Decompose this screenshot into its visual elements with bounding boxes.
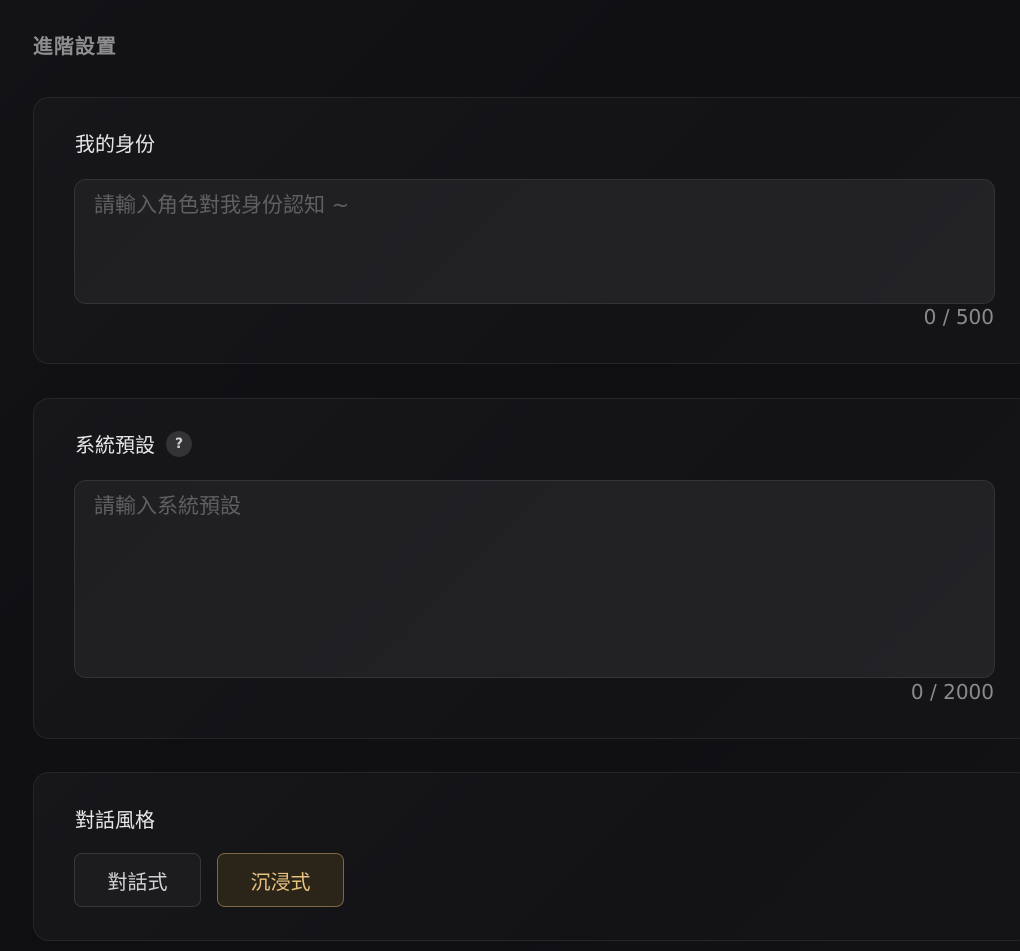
system-preset-input[interactable]: [74, 480, 995, 678]
help-icon[interactable]: ?: [166, 430, 192, 457]
section-title: 進階設置: [33, 34, 117, 58]
system-preset-card: 系統預設 ? 0 / 2000: [33, 398, 1020, 739]
system-preset-char-counter: 0 / 2000: [910, 680, 994, 704]
dialog-style-card: 對話風格 對話式 沉浸式: [33, 772, 1020, 941]
identity-char-counter: 0 / 500: [923, 305, 994, 329]
identity-card: 我的身份 0 / 500: [33, 97, 1020, 364]
dialog-style-label: 對話風格: [75, 808, 155, 832]
identity-label: 我的身份: [75, 132, 155, 156]
immersive-mode-button[interactable]: 沉浸式: [217, 853, 344, 907]
advanced-settings-page: 進階設置 我的身份 0 / 500 系統預設 ? 0 / 2000 對話風格 對…: [0, 0, 1020, 951]
system-preset-label: 系統預設: [75, 433, 155, 457]
dialog-mode-button[interactable]: 對話式: [74, 853, 201, 907]
system-preset-label-row: 系統預設 ?: [75, 429, 192, 458]
identity-input[interactable]: [74, 179, 995, 304]
